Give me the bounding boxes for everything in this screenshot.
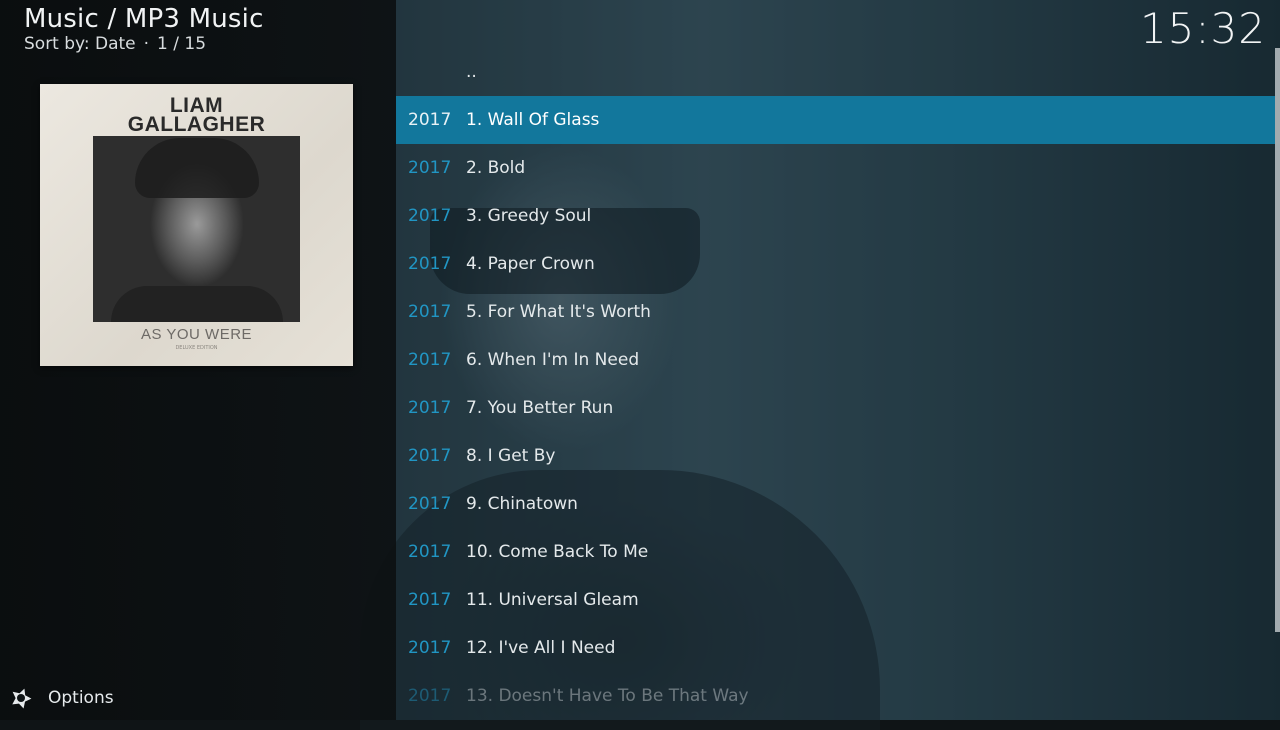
track-title: 10. Come Back To Me	[466, 542, 649, 562]
cover-photo	[93, 136, 300, 322]
cover-photo-hair	[135, 138, 259, 198]
options-icon	[12, 688, 32, 709]
list-item[interactable]: 2017 2. Bold	[396, 144, 1275, 192]
item-position: 1 / 15	[157, 34, 207, 54]
track-title: 12. I've All I Need	[466, 638, 616, 658]
list-item[interactable]: 2017 7. You Better Run	[396, 384, 1275, 432]
track-year: 2017	[408, 350, 452, 370]
list-item-parent[interactable]: ..	[396, 48, 1275, 96]
separator: ·	[143, 34, 150, 54]
track-title: 4. Paper Crown	[466, 254, 595, 274]
list-item[interactable]: 2017 5. For What It's Worth	[396, 288, 1275, 336]
list-item[interactable]: 2017 13. Doesn't Have To Be That Way	[396, 672, 1275, 720]
clock: 15:32	[1139, 4, 1266, 53]
list-item[interactable]: 2017 1. Wall Of Glass	[396, 96, 1275, 144]
track-year: 2017	[408, 638, 452, 658]
track-title: 1. Wall Of Glass	[466, 110, 600, 130]
track-year: 2017	[408, 494, 452, 514]
scrollbar[interactable]	[1275, 48, 1280, 632]
track-title: 11. Universal Gleam	[466, 590, 639, 610]
track-title: 6. When I'm In Need	[466, 350, 640, 370]
track-title: 13. Doesn't Have To Be That Way	[466, 686, 749, 706]
parent-folder-label: ..	[466, 62, 477, 82]
list-item[interactable]: 2017 12. I've All I Need	[396, 624, 1275, 672]
track-year: 2017	[408, 254, 452, 274]
track-year: 2017	[408, 590, 452, 610]
list-item[interactable]: 2017 6. When I'm In Need	[396, 336, 1275, 384]
list-item[interactable]: 2017 11. Universal Gleam	[396, 576, 1275, 624]
list-item[interactable]: 2017 3. Greedy Soul	[396, 192, 1275, 240]
options-label: Options	[48, 688, 114, 708]
track-title: 5. For What It's Worth	[466, 302, 651, 322]
cover-album-subtitle: DELUXE EDITION	[175, 345, 218, 351]
cover-artist: LIAM GALLAGHER	[40, 95, 353, 136]
track-title: 9. Chinatown	[466, 494, 578, 514]
track-year: 2017	[408, 686, 452, 706]
track-year: 2017	[408, 110, 452, 130]
track-title: 7. You Better Run	[466, 398, 614, 418]
sort-label[interactable]: Sort by: Date	[24, 34, 136, 54]
cover-artist-line2: GALLAGHER	[127, 113, 266, 136]
track-title: 8. I Get By	[466, 446, 556, 466]
track-year: 2017	[408, 158, 452, 178]
list-item[interactable]: 2017 10. Come Back To Me	[396, 528, 1275, 576]
cover-album-title: AS YOU WERE	[140, 326, 253, 343]
list-item[interactable]: 2017 9. Chinatown	[396, 480, 1275, 528]
track-year: 2017	[408, 542, 452, 562]
track-year: 2017	[408, 302, 452, 322]
options-button[interactable]: Options	[8, 684, 114, 712]
cover-photo-body	[111, 286, 283, 322]
list-item[interactable]: 2017 8. I Get By	[396, 432, 1275, 480]
track-title: 2. Bold	[466, 158, 526, 178]
track-year: 2017	[408, 446, 452, 466]
track-year: 2017	[408, 398, 452, 418]
sort-info: Sort by: Date · 1 / 15	[24, 34, 206, 54]
track-year: 2017	[408, 206, 452, 226]
list-item[interactable]: 2017 4. Paper Crown	[396, 240, 1275, 288]
track-title: 3. Greedy Soul	[466, 206, 592, 226]
track-list: .. 2017 1. Wall Of Glass 2017 2. Bold 2017 3.…	[396, 48, 1275, 720]
album-cover: LIAM GALLAGHER AS YOU WERE DELUXE EDITIO…	[40, 84, 353, 366]
page-title: Music / MP3 Music	[24, 4, 264, 34]
